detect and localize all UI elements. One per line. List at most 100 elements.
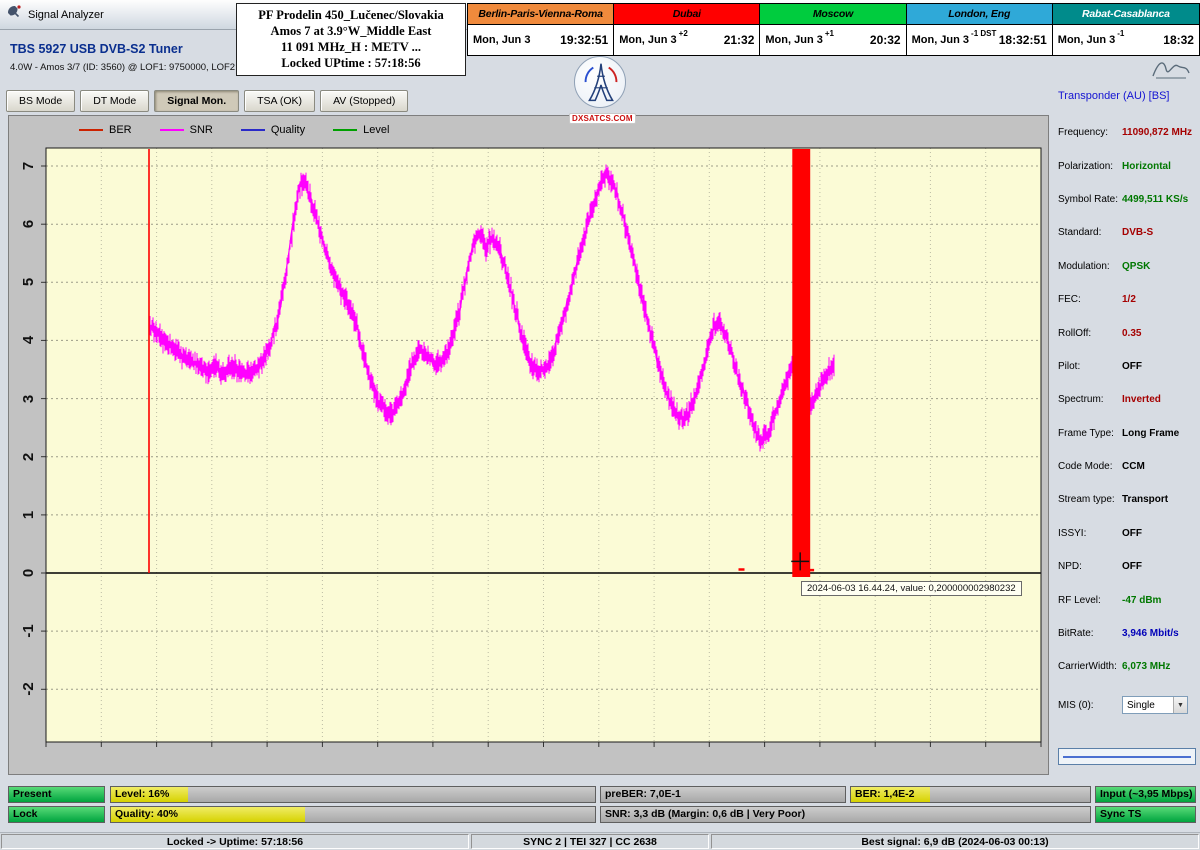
clock-time: 19:32:51 [560, 33, 608, 47]
tab-signal-mon[interactable]: Signal Mon. [154, 90, 239, 112]
transponder-value: Horizontal [1122, 161, 1171, 172]
legend-line-swatch [79, 129, 103, 131]
transponder-label: Code Mode: [1058, 461, 1122, 472]
transponder-label: RollOff: [1058, 328, 1122, 339]
y-axis-tick-label: 1 [17, 504, 39, 526]
preber-bar: preBER: 7,0E-1 [600, 786, 846, 803]
mis-row: MIS (0): Single ▼ [1058, 694, 1196, 716]
input-indicator: Input (~3,95 Mbps) [1095, 786, 1196, 803]
mode-tabs: BS ModeDT ModeSignal Mon.TSA (OK)AV (Sto… [6, 90, 408, 112]
clock-utc-offset: -1 DST [971, 29, 996, 38]
status-label: Input (~3,95 Mbps) [1100, 787, 1192, 802]
dxsatcs-logo-circle [574, 56, 626, 108]
clock-rabat-casablanca: Rabat-CasablancaMon, Jun 3-118:32 [1053, 4, 1199, 55]
legend-line-swatch [333, 129, 357, 131]
snr-bar: SNR: 3,3 dB (Margin: 0,6 dB | Very Poor) [600, 806, 1091, 823]
transponder-row-fec: FEC:1/2 [1058, 283, 1196, 316]
transponder-row-pilot: Pilot:OFF [1058, 350, 1196, 383]
mis-label: MIS (0): [1058, 700, 1122, 711]
legend-item-quality: Quality [241, 124, 305, 136]
signal-chart-svg [9, 116, 1050, 776]
satellite-dish-icon [6, 4, 22, 25]
legend-label: BER [109, 124, 132, 136]
mis-select[interactable]: Single ▼ [1122, 696, 1188, 714]
transponder-label: FEC: [1058, 294, 1122, 305]
clock-utc-offset: +2 [679, 29, 688, 38]
statusbar-best-signal: Best signal: 6,9 dB (2024-06-03 00:13) [711, 834, 1199, 849]
chart-legend: BER SNR Quality Level [79, 121, 389, 139]
tuner-title: TBS 5927 USB DVB-S2 Tuner [10, 42, 183, 56]
clock-time: 21:32 [724, 33, 755, 47]
transponder-panel-title: Transponder (AU) [BS] [1058, 90, 1169, 102]
lock-indicator: Lock [8, 806, 105, 823]
y-axis-tick-label: 3 [17, 388, 39, 410]
clock-time: 18:32:51 [999, 33, 1047, 47]
clock-city-label: London, Eng [907, 4, 1052, 25]
site-info-line: Amos 7 at 3.9°W_Middle East [237, 23, 465, 39]
transponder-label: Frequency: [1058, 127, 1122, 138]
present-indicator: Present [8, 786, 105, 803]
status-bar: Locked -> Uptime: 57:18:56 SYNC 2 | TEI … [0, 832, 1200, 850]
transponder-row-issyi: ISSYI:OFF [1058, 517, 1196, 550]
signal-analyzer-window: Signal Analyzer PF Prodelin 450_Lučenec/… [0, 0, 1200, 850]
tab-av-stopped[interactable]: AV (Stopped) [320, 90, 408, 112]
y-axis-tick-label: 6 [17, 213, 39, 235]
quality-bar: Quality: 40% [110, 806, 596, 823]
window-title: Signal Analyzer [28, 9, 104, 21]
transponder-row-spectrum: Spectrum:Inverted [1058, 383, 1196, 416]
transponder-value: 6,073 MHz [1122, 661, 1170, 672]
clock-time-cell: Mon, Jun 3+120:32 [760, 25, 905, 55]
chevron-down-icon: ▼ [1173, 697, 1187, 713]
legend-item-snr: SNR [160, 124, 213, 136]
status-label: Level: 16% [115, 787, 169, 802]
signature-icon [1150, 56, 1192, 87]
signal-chart[interactable]: BER SNR Quality Level 2024-06-03 16.44.24, … [8, 115, 1049, 775]
legend-item-ber: BER [79, 124, 132, 136]
clock-utc-offset: +1 [825, 29, 834, 38]
y-axis-tick-label: -1 [17, 620, 39, 642]
y-axis-tick-label: 7 [17, 155, 39, 177]
chart-tooltip: 2024-06-03 16.44.24, value: 0,2000000029… [801, 581, 1022, 596]
transponder-value: Long Frame [1122, 428, 1179, 439]
y-axis-tick-label: 4 [17, 329, 39, 351]
clock-time: 18:32 [1163, 33, 1194, 47]
transponder-row-stream-type: Stream type:Transport [1058, 483, 1196, 516]
clock-time-cell: Mon, Jun 3+221:32 [614, 25, 759, 55]
transponder-row-modulation: Modulation:QPSK [1058, 250, 1196, 283]
status-label: SNR: 3,3 dB (Margin: 0,6 dB | Very Poor) [605, 807, 805, 822]
ber-bar: BER: 1,4E-2 [850, 786, 1091, 803]
transponder-row-rolloff: RollOff:0.35 [1058, 316, 1196, 349]
transponder-value: DVB-S [1122, 227, 1153, 238]
syncts-indicator: Sync TS [1095, 806, 1196, 823]
status-label: Lock [13, 807, 38, 822]
tab-bs-mode[interactable]: BS Mode [6, 90, 75, 112]
clock-city-label: Rabat-Casablanca [1053, 4, 1199, 25]
legend-label: Level [363, 124, 389, 136]
transponder-label: Spectrum: [1058, 394, 1122, 405]
transponder-value: Inverted [1122, 394, 1161, 405]
site-info-line: 11 091 MHz_H : METV ... [237, 39, 465, 55]
statusbar-sync-counters: SYNC 2 | TEI 327 | CC 2638 [471, 834, 709, 849]
world-clocks: Berlin-Paris-Vienna-RomaMon, Jun 319:32:… [467, 3, 1200, 56]
panel-scrollbar[interactable] [1058, 748, 1196, 765]
transponder-row-rf-level: RF Level:-47 dBm [1058, 583, 1196, 616]
legend-line-swatch [241, 129, 265, 131]
transponder-label: Frame Type: [1058, 428, 1122, 439]
tab-dt-mode[interactable]: DT Mode [80, 90, 149, 112]
transponder-label: BitRate: [1058, 628, 1122, 639]
transponder-row-frequency: Frequency:11090,872 MHz [1058, 116, 1196, 149]
transponder-row-bitrate: BitRate:3,946 Mbit/s [1058, 617, 1196, 650]
dxsatcs-logo: DXSATCS.COM [569, 56, 631, 126]
status-label: preBER: 7,0E-1 [605, 787, 681, 802]
transponder-row-frame-type: Frame Type:Long Frame [1058, 417, 1196, 450]
y-axis-tick-label: 0 [17, 562, 39, 584]
transponder-row-symbol-rate: Symbol Rate:4499,511 KS/s [1058, 183, 1196, 216]
y-axis-tick-label: 5 [17, 271, 39, 293]
clock-date: Mon, Jun 3 [1058, 34, 1115, 46]
transponder-value: OFF [1122, 361, 1142, 372]
site-info-box: PF Prodelin 450_Lučenec/Slovakia Amos 7 … [236, 3, 466, 76]
tab-tsa-ok[interactable]: TSA (OK) [244, 90, 315, 112]
transponder-value: 11090,872 MHz [1122, 127, 1192, 138]
dxsatcs-logo-caption: DXSATCS.COM [569, 113, 636, 124]
legend-item-level: Level [333, 124, 389, 136]
